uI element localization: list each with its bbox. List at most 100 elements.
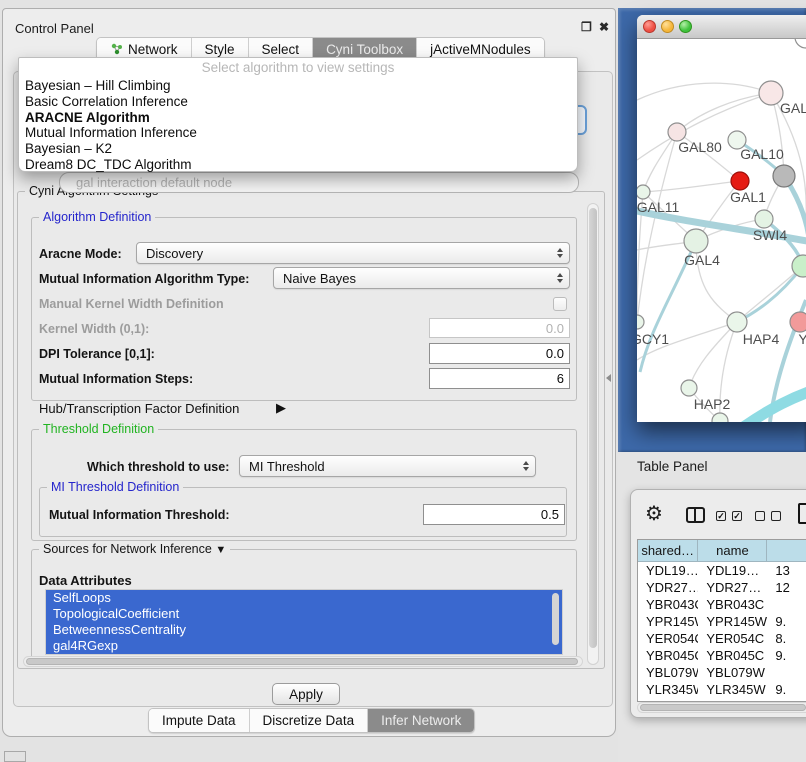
aracne-mode-select[interactable]: Discovery: [136, 242, 570, 264]
table-row[interactable]: YBR043CYBR043C: [638, 596, 806, 613]
network-node-gal4[interactable]: [684, 229, 708, 253]
network-node[interactable]: [795, 39, 806, 48]
close-panel-icon[interactable]: ✖: [599, 20, 609, 34]
column-header-name[interactable]: name: [698, 540, 767, 561]
hub-definition-label[interactable]: Hub/Transcription Factor Definition: [39, 401, 239, 416]
node-label-hap4: HAP4: [743, 331, 780, 347]
tab-label: Network: [128, 42, 178, 57]
table-row[interactable]: YER054CYER054C8.: [638, 630, 806, 647]
tab-discretize-data[interactable]: Discretize Data: [250, 709, 369, 732]
mi-threshold-label: Mutual Information Threshold:: [49, 508, 230, 522]
dropdown-item-basic-correlation-inference[interactable]: Basic Correlation Inference: [19, 94, 577, 110]
export-table-icon[interactable]: [798, 503, 806, 524]
cyni-mode-tabbar: Impute Data Discretize Data Infer Network: [148, 708, 475, 733]
table-cell: 13: [767, 563, 806, 578]
table-cell: YLR345W: [698, 682, 767, 697]
table-row[interactable]: YDL19…YDL19…13: [638, 562, 806, 579]
expand-triangle-icon[interactable]: ▶: [276, 400, 286, 416]
table-cell: YDL19…: [698, 563, 767, 578]
tab-impute-data[interactable]: Impute Data: [149, 709, 250, 732]
dropdown-item-dream8-dc-tdc-algorithm[interactable]: Dream8 DC_TDC Algorithm: [19, 157, 577, 173]
table-row[interactable]: YLR345WYLR345W9.: [638, 681, 806, 698]
select-all-checkboxes-icon[interactable]: ✓: [716, 511, 726, 521]
settings-horizontal-scrollbar[interactable]: [23, 656, 583, 667]
node-label-gal11: GAL11: [637, 199, 679, 215]
table-row[interactable]: YBL079WYBL079W: [638, 664, 806, 681]
table-panel-title: Table Panel: [637, 459, 708, 474]
tab-label: Impute Data: [162, 713, 236, 728]
dropdown-item-aracne-algorithm[interactable]: ARACNE Algorithm: [19, 110, 577, 126]
network-node-hap2[interactable]: [681, 380, 697, 396]
dropdown-item-bayesian-k2[interactable]: Bayesian – K2: [19, 141, 577, 157]
table-cell: YLR345W: [638, 682, 698, 697]
table-row[interactable]: YPR145WYPR145W9.: [638, 613, 806, 630]
mi-algorithm-type-select[interactable]: Naive Bayes: [273, 267, 570, 289]
attribute-item-selfloops[interactable]: SelfLoops: [46, 590, 562, 606]
gear-icon[interactable]: ⚙: [645, 504, 663, 524]
float-panel-icon[interactable]: ❐: [581, 20, 592, 34]
tab-label: Infer Network: [381, 713, 461, 728]
data-attributes-label: Data Attributes: [39, 573, 132, 588]
mi-algorithm-type-label: Mutual Information Algorithm Type:: [39, 272, 249, 286]
table-body: YDL19…YDL19…13YDR27…YDR27…12YBR043CYBR04…: [638, 562, 806, 702]
screen: Control Panel ❐ ✖ NetworkStyleSelectCyni…: [0, 0, 806, 762]
network-node[interactable]: [773, 165, 795, 187]
which-threshold-label: Which threshold to use:: [87, 460, 229, 474]
table-combobox[interactable]: gal interaction default node: [59, 172, 579, 193]
node-label-y: Y: [798, 331, 806, 347]
network-node[interactable]: [731, 172, 749, 190]
dpi-tolerance-field[interactable]: 0.0: [429, 343, 570, 364]
algorithm-definition-title: Algorithm Definition: [39, 210, 155, 224]
column-header-shared-[interactable]: shared…: [638, 540, 698, 561]
clear-checkboxes-icon[interactable]: [771, 511, 781, 521]
stepper-arrows-icon: [523, 461, 529, 471]
stepper-arrows-icon: [557, 273, 563, 283]
attribute-item-betweennesscentrality[interactable]: BetweennessCentrality: [46, 622, 562, 638]
select-all-checkboxes-icon[interactable]: ✓: [732, 511, 742, 521]
table-row[interactable]: YDR27…YDR27…12: [638, 579, 806, 596]
data-attributes-list[interactable]: SelfLoopsTopologicalCoefficientBetweenne…: [45, 589, 563, 655]
table-row[interactable]: YBR045CYBR045C9.: [638, 647, 806, 664]
settings-vertical-scrollbar[interactable]: [587, 203, 599, 665]
manual-kernel-width-label: Manual Kernel Width Definition: [39, 297, 224, 311]
table-cell: YBR045C: [638, 648, 698, 663]
splitter-collapse-icon[interactable]: [606, 374, 611, 382]
dpi-tolerance-label: DPI Tolerance [0,1]:: [39, 347, 155, 361]
collapse-triangle-icon[interactable]: ▼: [215, 544, 226, 556]
tab-label: Style: [205, 42, 235, 57]
manual-kernel-width-checkbox[interactable]: [553, 297, 567, 311]
dock-panel-icon[interactable]: [4, 751, 26, 762]
control-panel-title: Control Panel: [15, 21, 94, 36]
attributes-list-scrollbar[interactable]: [552, 593, 559, 645]
network-node-gcy1[interactable]: [637, 315, 644, 329]
tab-infer-network[interactable]: Infer Network: [368, 709, 474, 732]
dropdown-item-bayesian-hill-climbing[interactable]: Bayesian – Hill Climbing: [19, 78, 577, 94]
mi-threshold-field[interactable]: 0.5: [423, 504, 565, 525]
network-canvas[interactable]: GALGAL80GAL10GAL11GAL1SWI4GAL4GCY1HAP4YH…: [637, 39, 806, 422]
apply-button[interactable]: Apply: [272, 683, 340, 705]
attribute-item-topologicalcoefficient[interactable]: TopologicalCoefficient: [46, 606, 562, 622]
table-cell: 12: [767, 580, 806, 595]
node-table[interactable]: shared…name YDL19…YDL19…13YDR27…YDR27…12…: [637, 539, 806, 702]
column-header-2[interactable]: [767, 540, 806, 561]
close-window-icon[interactable]: [643, 20, 656, 33]
kernel-width-field[interactable]: 0.0: [429, 318, 570, 338]
table-horizontal-scrollbar[interactable]: [637, 702, 806, 713]
network-node-y[interactable]: [790, 312, 806, 332]
mi-steps-field[interactable]: 6: [429, 368, 570, 389]
zoom-window-icon[interactable]: [679, 20, 692, 33]
network-node[interactable]: [712, 413, 728, 422]
network-node-gal11[interactable]: [637, 185, 650, 199]
network-node-hap4[interactable]: [727, 312, 747, 332]
which-threshold-select[interactable]: MI Threshold: [239, 455, 536, 477]
network-node-gal1[interactable]: [755, 210, 773, 228]
table-cell: YDR27…: [638, 580, 698, 595]
clear-checkboxes-icon[interactable]: [755, 511, 765, 521]
minimize-window-icon[interactable]: [661, 20, 674, 33]
split-columns-icon[interactable]: [686, 507, 705, 523]
tab-label: jActiveMNodules: [430, 42, 531, 57]
dropdown-item-mutual-information-inference[interactable]: Mutual Information Inference: [19, 125, 577, 141]
sources-group-title: Sources for Network Inference ▼: [39, 542, 230, 556]
network-window-titlebar[interactable]: [637, 15, 806, 39]
attribute-item-gal4rgexp[interactable]: gal4RGexp: [46, 638, 562, 654]
